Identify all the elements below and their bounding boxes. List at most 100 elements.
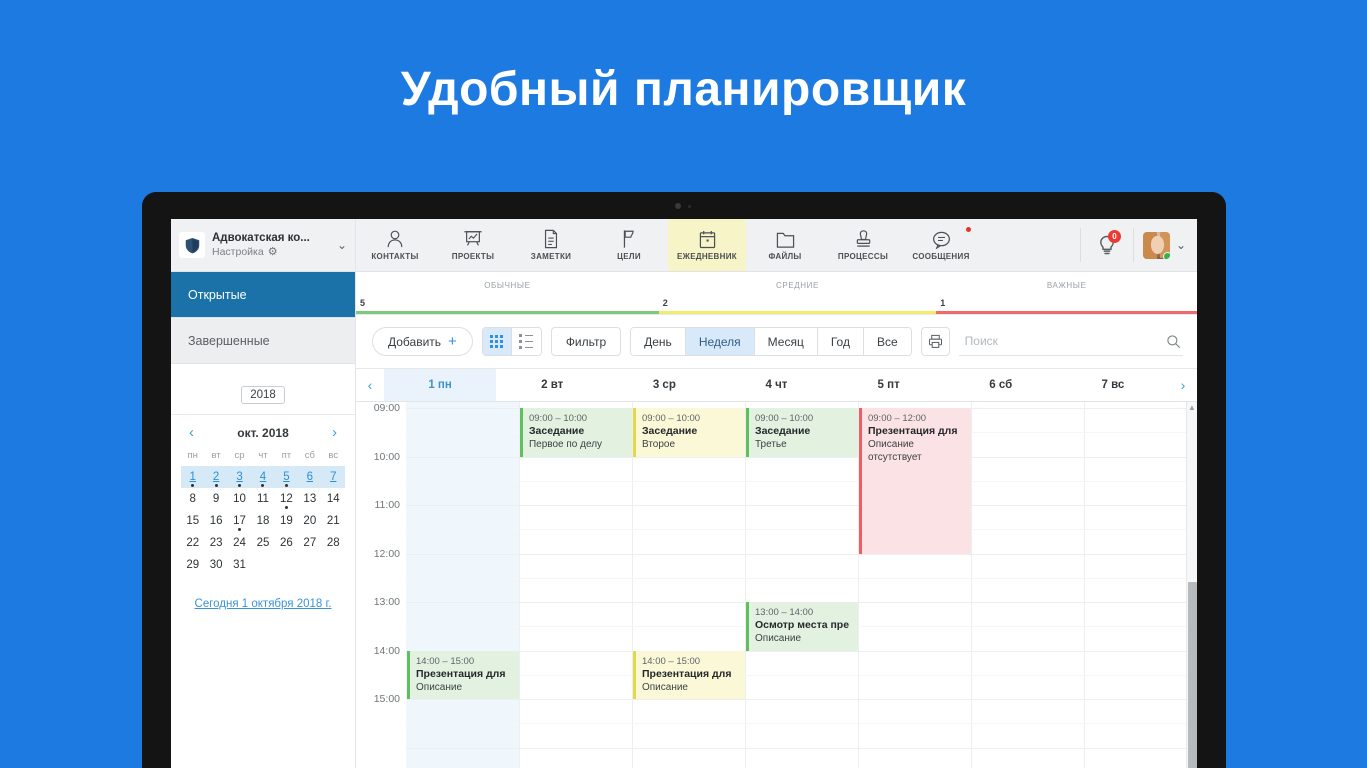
week-day-header[interactable]: 7 вс (1057, 369, 1169, 401)
list-view-button[interactable] (511, 328, 541, 355)
week-day-header[interactable]: 5 пт (833, 369, 945, 401)
week-day-header[interactable]: 6 сб (945, 369, 1057, 401)
mini-calendar-day[interactable]: 6 (298, 466, 322, 488)
add-button[interactable]: Добавить + (372, 327, 473, 356)
chat-icon (932, 229, 951, 249)
avatar[interactable] (1142, 231, 1170, 259)
gear-icon[interactable]: ⚙ (268, 245, 278, 259)
mini-calendar-day[interactable]: 17 (228, 510, 251, 532)
mini-calendar-day[interactable]: 5 (274, 466, 299, 488)
mini-calendar-day[interactable]: 29 (181, 554, 204, 576)
week-day-header[interactable]: 1 пн (384, 369, 497, 401)
mini-calendar-day[interactable]: 7 (321, 466, 345, 488)
filter-button-label: Фильтр (565, 334, 607, 349)
nav-item-файлы[interactable]: ФАЙЛЫ (746, 219, 824, 271)
mini-calendar-day[interactable]: 30 (204, 554, 227, 576)
search-field[interactable] (958, 327, 1183, 356)
search-input[interactable] (964, 334, 1166, 348)
mini-calendar-day[interactable]: 16 (204, 510, 227, 532)
grid-view-button[interactable] (482, 328, 512, 355)
unread-indicator (966, 227, 971, 232)
priority-segment-средние[interactable]: СРЕДНИЕ 2 (658, 272, 937, 314)
period-button-месяц[interactable]: Месяц (754, 328, 818, 355)
mini-calendar-day[interactable]: 10 (228, 488, 251, 510)
year-selector[interactable]: 2018 (241, 386, 285, 404)
mini-calendar-day[interactable]: 13 (298, 488, 321, 510)
sidebar-item-open[interactable]: Открытые (171, 272, 355, 318)
mini-calendar-day[interactable]: 12 (275, 488, 298, 510)
mini-calendar-day[interactable]: 22 (181, 532, 204, 554)
mini-calendar-day[interactable]: 25 (251, 532, 274, 554)
mini-calendar-day[interactable]: 23 (204, 532, 227, 554)
presentation-icon (463, 229, 483, 249)
mini-calendar-day[interactable]: 28 (322, 532, 345, 554)
mini-calendar-day[interactable]: 31 (228, 554, 251, 576)
chevron-down-icon[interactable]: ⌄ (333, 238, 347, 252)
period-button-день[interactable]: День (631, 328, 686, 355)
week-day-header[interactable]: 3 ср (608, 369, 720, 401)
mini-calendar-day[interactable]: 21 (322, 510, 345, 532)
week-day-header[interactable]: 4 чт (720, 369, 832, 401)
user-menu[interactable]: ⌄ (1134, 219, 1197, 271)
mini-calendar-day[interactable]: 20 (298, 510, 321, 532)
mini-calendar-week: 1234567 (181, 466, 345, 488)
nav-item-процессы[interactable]: ПРОЦЕССЫ (824, 219, 902, 271)
mini-calendar-day[interactable]: 9 (204, 488, 227, 510)
nav-item-контакты[interactable]: КОНТАКТЫ (356, 219, 434, 271)
nav-item-label: ПРОЕКТЫ (451, 252, 495, 261)
priority-segment-обычные[interactable]: ОБЫЧНЫЕ 5 (356, 272, 659, 314)
week-day-headers: 1 пн 2 вт 3 ср 4 чт 5 пт 6 сб 7 вс (384, 369, 1169, 401)
print-button[interactable] (920, 327, 950, 356)
org-settings[interactable]: Настройка ⚙ (212, 245, 333, 259)
mini-calendar-day[interactable]: 27 (298, 532, 321, 554)
week-day-header[interactable]: 2 вт (496, 369, 608, 401)
event-description: Описание (416, 681, 463, 693)
org-header[interactable]: Адвокатская ко... Настройка ⚙ ⌄ (171, 219, 355, 272)
chevron-down-icon[interactable]: ⌄ (1176, 238, 1186, 252)
period-button-неделя[interactable]: Неделя (685, 328, 755, 355)
mini-calendar-day[interactable]: 2 (204, 466, 228, 488)
sidebar-item-completed[interactable]: Завершенные (171, 318, 355, 364)
add-button-label: Добавить (388, 334, 442, 349)
next-month-button[interactable]: › (332, 425, 337, 440)
mini-calendar-day[interactable]: 18 (251, 510, 274, 532)
mini-calendar-day[interactable]: 4 (251, 466, 275, 488)
mini-calendar-day-empty (251, 554, 274, 576)
scroll-up-arrow[interactable]: ▲ (1187, 402, 1197, 414)
vertical-scrollbar[interactable]: ▲ (1186, 402, 1197, 768)
mini-calendar-day[interactable]: 8 (181, 488, 204, 510)
nav-item-сообщения[interactable]: СООБЩЕНИЯ (902, 219, 980, 271)
mini-calendar-day[interactable]: 14 (322, 488, 345, 510)
calendar-event[interactable]: 09:00 – 10:00 Заседание Третье (746, 408, 858, 457)
period-button-все[interactable]: Все (863, 328, 911, 355)
notifications-button[interactable]: 0 (1081, 219, 1133, 271)
period-button-год[interactable]: Год (817, 328, 864, 355)
calendar-event[interactable]: 09:00 – 12:00 Презентация для Описание отс… (858, 408, 971, 554)
mini-calendar-day[interactable]: 3 (227, 466, 252, 488)
next-week-button[interactable]: › (1169, 377, 1197, 393)
nav-item-заметки[interactable]: ЗАМЕТКИ (512, 219, 590, 271)
calendar-event[interactable]: 13:00 – 14:00 Осмотр места пре Описание (746, 602, 858, 651)
nav-item-проекты[interactable]: ПРОЕКТЫ (434, 219, 512, 271)
mini-calendar-day[interactable]: 11 (251, 488, 274, 510)
calendar-event[interactable]: 09:00 – 10:00 Заседание Второе (632, 408, 745, 457)
previous-week-button[interactable]: ‹ (356, 377, 384, 393)
mini-calendar-day[interactable]: 1 (181, 466, 205, 488)
priority-segment-важные[interactable]: ВАЖНЫЕ 1 (936, 272, 1197, 314)
mini-calendar-day[interactable]: 15 (181, 510, 204, 532)
nav-item-цели[interactable]: ЦЕЛИ (590, 219, 668, 271)
today-link[interactable]: Сегодня 1 октября 2018 г. (181, 598, 345, 610)
mini-calendar-day[interactable]: 19 (275, 510, 298, 532)
mini-calendar-day[interactable]: 26 (275, 532, 298, 554)
calendar-event[interactable]: 09:00 – 10:00 Заседание Первое по делу (519, 408, 632, 457)
nav-item-ежедневник[interactable]: ЕЖЕДНЕВНИК (668, 219, 746, 271)
scrollbar-thumb[interactable] (1188, 582, 1197, 768)
calendar-event[interactable]: 14:00 – 15:00 Презентация для Описание (632, 650, 745, 699)
search-icon[interactable] (1166, 334, 1181, 349)
mini-calendar-weekday: чт (258, 450, 268, 461)
mini-calendar-nav: ‹ окт. 2018 › (181, 423, 345, 447)
filter-button[interactable]: Фильтр (550, 327, 622, 356)
calendar-event[interactable]: 14:00 – 15:00 Презентация для Описание (407, 650, 519, 699)
prev-month-button[interactable]: ‹ (189, 425, 194, 440)
mini-calendar-day[interactable]: 24 (228, 532, 251, 554)
